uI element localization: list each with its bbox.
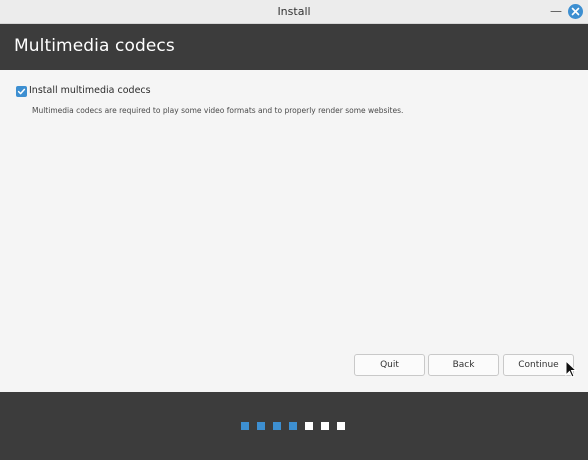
- page-header: Multimedia codecs: [0, 24, 588, 70]
- progress-dot-complete: [273, 422, 281, 430]
- close-icon[interactable]: [568, 4, 583, 19]
- quit-button[interactable]: Quit: [354, 354, 425, 376]
- minimize-icon[interactable]: —: [548, 3, 564, 19]
- title-bar: Install —: [0, 0, 588, 24]
- back-button[interactable]: Back: [428, 354, 499, 376]
- progress-dot-complete: [257, 422, 265, 430]
- progress-dot-pending: [321, 422, 329, 430]
- progress-dot-complete: [241, 422, 249, 430]
- main-content: Install multimedia codecs Multimedia cod…: [0, 70, 588, 392]
- progress-dot-pending: [337, 422, 345, 430]
- continue-button[interactable]: Continue: [503, 354, 574, 376]
- install-codecs-label[interactable]: Install multimedia codecs: [29, 85, 151, 96]
- progress-dot-complete: [289, 422, 297, 430]
- progress-dot-pending: [305, 422, 313, 430]
- page-title: Multimedia codecs: [14, 36, 175, 56]
- codecs-description: Multimedia codecs are required to play s…: [32, 106, 404, 115]
- progress-footer: [0, 392, 588, 460]
- mouse-pointer-icon: [565, 360, 577, 378]
- checkmark-icon: [17, 88, 26, 95]
- install-codecs-checkbox[interactable]: [16, 86, 27, 97]
- window-title: Install: [277, 5, 311, 18]
- installer-window: Install — Multimedia codecs Install mult…: [0, 0, 588, 460]
